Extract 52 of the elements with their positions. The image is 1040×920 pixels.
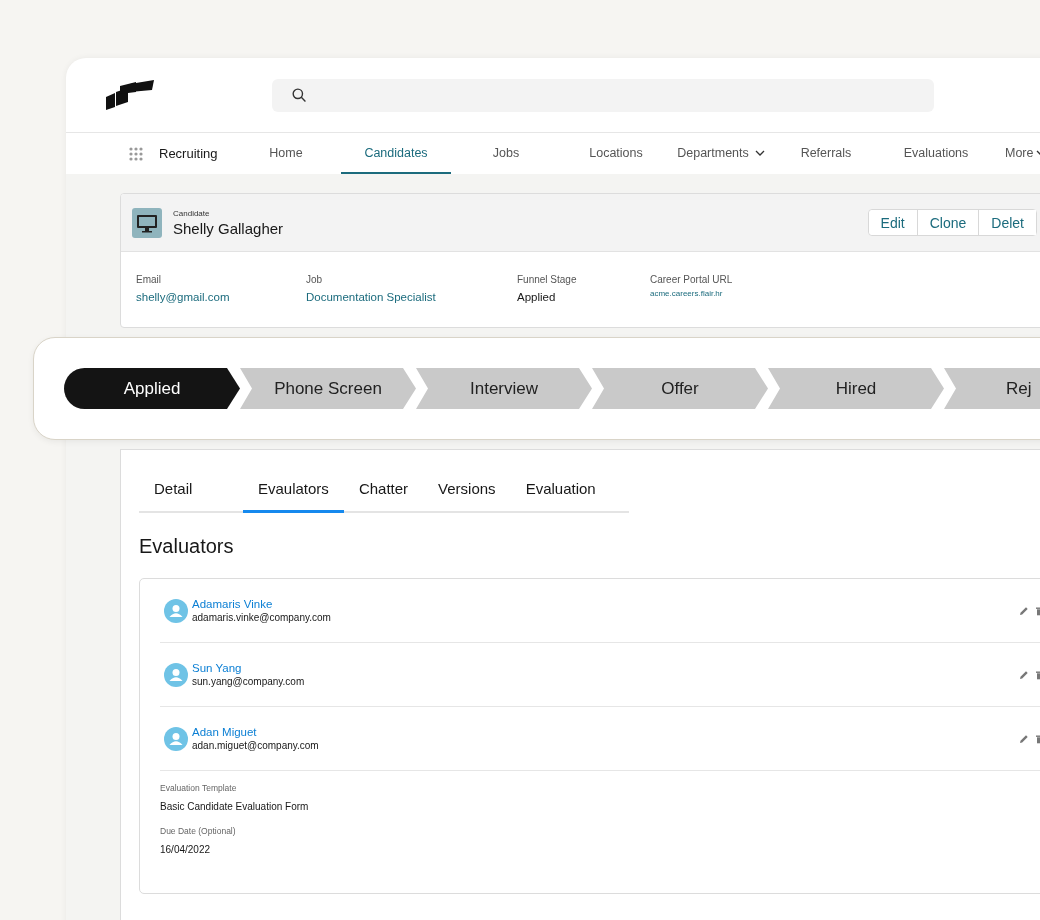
field-value: 16/04/2022 (160, 844, 212, 855)
evaluator-name[interactable]: Adamaris Vinke (192, 598, 331, 610)
tab[interactable]: Evaluation (510, 467, 611, 513)
edit-icon[interactable] (1019, 606, 1029, 616)
nav-tab[interactable]: Departments (671, 133, 771, 174)
edit-icon[interactable] (1019, 734, 1029, 744)
stage-step[interactable]: Applied (64, 368, 240, 409)
app-name: Recruiting (159, 146, 219, 161)
tab[interactable]: Chatter (343, 467, 424, 513)
field-label: Evaluation Template (160, 783, 238, 793)
evaluator-email: adan.miguet@company.com (192, 740, 319, 751)
evaluator-name[interactable]: Adan Miguet (192, 726, 319, 738)
app-launcher-icon[interactable] (129, 146, 143, 161)
search-icon (292, 88, 306, 102)
field-link[interactable]: shelly@gmail.com (136, 291, 306, 303)
monitor-icon (132, 207, 162, 238)
stage-step[interactable]: Phone Screen (240, 368, 416, 409)
evaluator-email: adamaris.vinke@company.com (192, 612, 331, 623)
nav-tab[interactable]: Jobs (451, 133, 561, 174)
search-field[interactable] (272, 78, 934, 112)
field-label: Job (306, 274, 324, 285)
tab[interactable]: Versions (423, 467, 511, 513)
field-label: Email (136, 274, 162, 285)
avatar-icon (164, 598, 188, 623)
section-title: Evaluators (139, 535, 235, 558)
stage-step[interactable]: Rej (944, 368, 1040, 409)
nav-tab[interactable]: Home (231, 133, 341, 174)
field-link[interactable]: Documentation Specialist (306, 291, 517, 303)
stage-step[interactable]: Hired (768, 368, 944, 409)
field-label: Due Date (Optional) (160, 826, 237, 836)
action-button[interactable]: Delet (978, 210, 1036, 235)
record-type: Candidate (173, 208, 211, 218)
nav-tab[interactable]: Locations (561, 133, 671, 174)
tab[interactable]: Detail (139, 467, 243, 513)
tab[interactable]: Evaulators (243, 467, 344, 513)
nav-tab[interactable]: More (991, 133, 1040, 174)
field-value: Basic Candidate Evaluation Form (160, 801, 310, 812)
field-label: Funnel Stage (517, 274, 578, 285)
record-name: Shelly Gallagher (173, 219, 284, 237)
stage-step[interactable]: Offer (592, 368, 768, 409)
nav-tab[interactable]: Referrals (771, 133, 881, 174)
nav-tab[interactable]: Evaluations (881, 133, 991, 174)
field-label: Career Portal URL (650, 274, 734, 285)
logo-icon (106, 80, 154, 110)
field-value: Applied (517, 291, 557, 303)
evaluator-email: sun.yang@company.com (192, 676, 305, 687)
stage-step[interactable]: Interview (416, 368, 592, 409)
avatar-icon (164, 662, 188, 687)
evaluator-name[interactable]: Sun Yang (192, 662, 305, 674)
edit-icon[interactable] (1019, 670, 1029, 680)
field-link[interactable]: acme.careers.flair.hr (650, 289, 770, 298)
avatar-icon (164, 726, 188, 751)
